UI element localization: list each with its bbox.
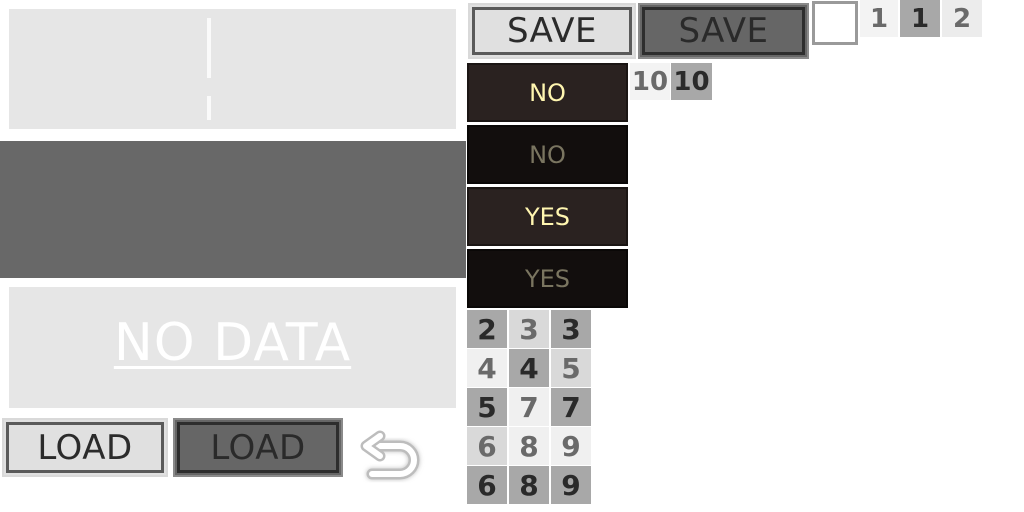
number-cell[interactable]: 7 [509,388,549,426]
number-cell[interactable]: 3 [509,310,549,348]
load-button[interactable]: LOAD [2,418,168,477]
option-yes-active[interactable]: YES [467,187,628,246]
option-no-active[interactable]: NO [467,63,628,122]
number-cell[interactable]: 9 [551,466,591,504]
number-cell[interactable]: 6 [467,427,507,465]
save-button[interactable]: SAVE [468,3,636,59]
option-yes[interactable]: YES [467,249,628,308]
number-cell[interactable]: 5 [467,388,507,426]
number-cell[interactable]: 2 [467,310,507,348]
number-cell[interactable]: 8 [509,427,549,465]
save-slot-3[interactable]: NO DATA [9,287,456,408]
no-data-label: NO DATA [113,313,352,373]
number-cell[interactable]: 4 [509,349,549,387]
page-number[interactable]: 2 [942,0,982,37]
number-cell[interactable]: 9 [551,427,591,465]
save-button-label: SAVE [506,11,598,51]
back-arrow-icon[interactable] [356,430,428,490]
load-button-active[interactable]: LOAD [173,418,343,477]
save-button-active-label: SAVE [678,11,769,51]
number-cell[interactable]: 4 [467,349,507,387]
page-number-selected[interactable]: 1 [900,0,940,37]
number-cell[interactable]: 3 [551,310,591,348]
page-number[interactable]: 10 [630,63,670,100]
save-button-active[interactable]: SAVE [638,3,809,59]
number-cell[interactable]: 5 [551,349,591,387]
load-button-label: LOAD [37,427,133,468]
page-number[interactable]: 1 [860,0,898,37]
slot-separator [207,18,211,78]
number-cell[interactable]: 7 [551,388,591,426]
option-no[interactable]: NO [467,125,628,184]
slot-separator-small [207,96,211,120]
save-slot-1[interactable] [9,9,456,129]
number-cell[interactable]: 6 [467,466,507,504]
page-number-selected[interactable]: 10 [671,63,712,100]
checkbox[interactable] [812,1,858,45]
load-button-active-label: LOAD [210,427,306,468]
save-slot-2[interactable] [0,141,466,278]
number-cell[interactable]: 8 [509,466,549,504]
